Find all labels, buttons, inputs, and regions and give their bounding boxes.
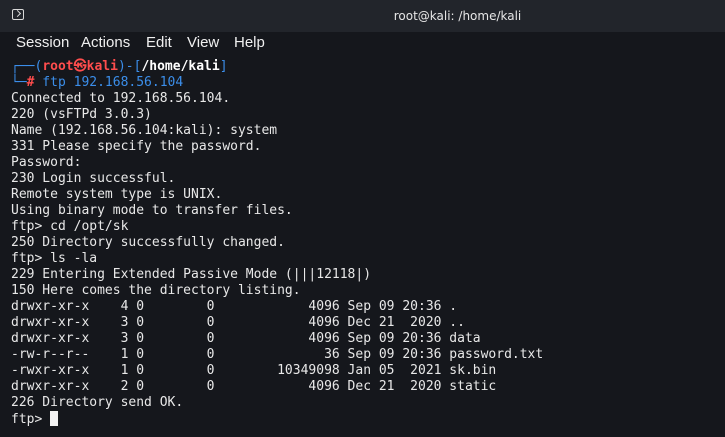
output-line: 250 Directory successfully changed. (11, 235, 285, 250)
terminal-output[interactable]: ┌──(root㉿kali)-[/home/kali] └─# ftp 192.… (11, 59, 716, 427)
prompt-path-close: ] (219, 59, 228, 74)
listing-row: drwxr-xr-x 4 0 0 4096 Sep 09 20:36 . (11, 299, 458, 314)
terminal-window: root@kali: /home/kali Session Actions Ed… (0, 0, 725, 437)
prompt-corner-bottom: └─ (11, 75, 27, 90)
prompt-at-symbol: ㉿ (73, 59, 87, 74)
prompt-line-top: ┌──(root㉿kali)-[/home/kali] (11, 59, 716, 75)
window-title: root@kali: /home/kali (393, 9, 522, 23)
menu-actions[interactable]: Actions (81, 34, 130, 51)
prompt-host: kali (86, 59, 118, 74)
output-line: ftp> ls -la (11, 251, 98, 266)
menu-bar: Session Actions Edit View Help (0, 32, 725, 58)
listing-row: -rw-r--r-- 1 0 0 36 Sep 09 20:36 passwor… (11, 347, 544, 362)
prompt-path-open: )-[ (117, 59, 142, 74)
output-line: Connected to 192.168.56.104. (11, 91, 231, 106)
output-line: Password: (11, 155, 82, 170)
prompt-user: root (42, 59, 74, 74)
output-line: 150 Here comes the directory listing. (11, 283, 301, 298)
menu-view[interactable]: View (187, 34, 219, 51)
listing-row: drwxr-xr-x 3 0 0 4096 Sep 09 20:36 data (11, 331, 481, 346)
prompt-command: ftp 192.168.56.104 (34, 75, 184, 90)
prompt-path: /home/kali (141, 59, 220, 74)
output-line: Remote system type is UNIX. (11, 187, 223, 202)
output-line: Using binary mode to transfer files. (11, 203, 293, 218)
listing-row: -rwxr-xr-x 1 0 0 10349098 Jan 05 2021 sk… (11, 363, 497, 378)
prompt-line-bottom: └─# ftp 192.168.56.104 (11, 75, 716, 91)
prompt-corner-top: ┌──( (11, 59, 43, 74)
output-line: 220 (vsFTPd 3.0.3) (11, 107, 152, 122)
menu-session[interactable]: Session (16, 34, 69, 51)
listing-row: drwxr-xr-x 2 0 0 4096 Dec 21 2020 static (11, 379, 497, 394)
output-line: 229 Entering Extended Passive Mode (|||1… (11, 267, 372, 282)
menu-edit[interactable]: Edit (146, 34, 172, 51)
ftp-prompt: ftp> (11, 412, 51, 427)
output-line: 331 Please specify the password. (11, 139, 262, 154)
ftp-input-line[interactable]: ftp> (11, 411, 716, 427)
output-line: 230 Login successful. (11, 171, 176, 186)
listing-row: drwxr-xr-x 3 0 0 4096 Dec 21 2020 .. (11, 315, 465, 330)
menu-help[interactable]: Help (234, 34, 265, 51)
title-bar: root@kali: /home/kali (0, 0, 725, 32)
text-cursor (50, 411, 59, 426)
output-line: ftp> cd /opt/sk (11, 219, 129, 234)
output-line: Name (192.168.56.104:kali): system (11, 123, 278, 138)
output-line: 226 Directory send OK. (11, 395, 184, 410)
